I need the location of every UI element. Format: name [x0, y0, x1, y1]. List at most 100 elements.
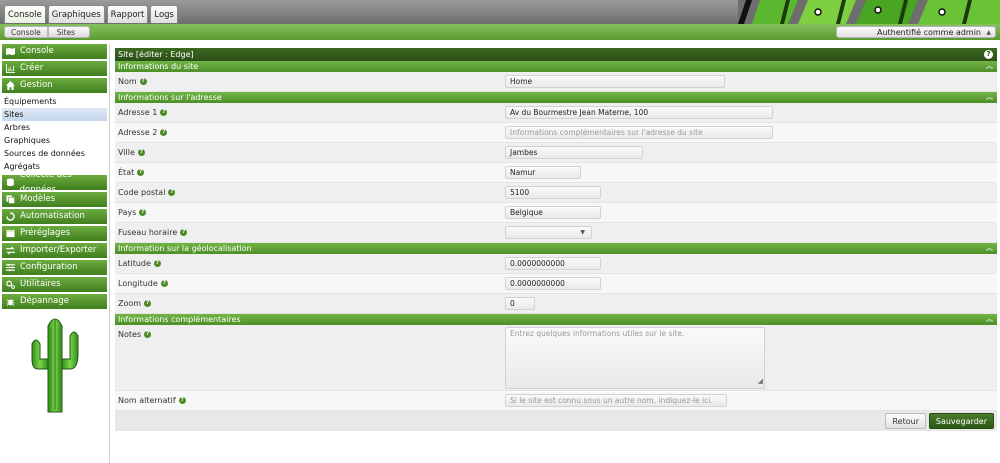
latitude-input[interactable]: 0.0000000000: [505, 257, 601, 270]
field-label: Adresse 1?: [118, 108, 168, 117]
label-text: Ville: [118, 148, 135, 157]
country-input[interactable]: Belgique: [505, 206, 601, 219]
label-text: Zoom: [118, 299, 142, 308]
field-label: Longitude?: [118, 279, 168, 288]
help-icon[interactable]: ?: [153, 260, 161, 267]
sidebar-item-presets[interactable]: Préréglages: [2, 226, 107, 241]
cogs-icon: [6, 280, 15, 289]
form-row-alt-name: Nom alternatif? Si le site est connu sou…: [115, 391, 997, 411]
sidebar-item-troubleshooting[interactable]: Dépannage: [2, 294, 107, 309]
help-icon[interactable]: ?: [139, 209, 147, 216]
form-row-zoom: Zoom? 0: [115, 294, 997, 314]
sidebar-item-management[interactable]: Gestion: [2, 78, 107, 93]
help-icon[interactable]: ?: [984, 50, 993, 59]
cactus-banner-graphic: [738, 0, 1000, 24]
page-title: Site [éditer : Edge]: [118, 50, 194, 59]
save-button[interactable]: Sauvegarder: [928, 413, 994, 429]
zoom-input[interactable]: 0: [505, 297, 535, 310]
back-button[interactable]: Retour: [885, 413, 926, 429]
city-input[interactable]: Jambes: [505, 146, 643, 159]
field-label: État?: [118, 168, 145, 177]
sidebar-item-data-sources[interactable]: Sources de données: [2, 147, 107, 160]
help-icon[interactable]: ?: [178, 397, 186, 404]
caret-up-icon: ▲: [986, 29, 991, 36]
management-submenu: Équipements Sites Arbres Graphiques Sour…: [2, 95, 107, 173]
help-icon[interactable]: ?: [160, 109, 168, 116]
label-text: Nom: [118, 77, 137, 86]
sidebar-item-label: Utilitaires: [20, 279, 61, 289]
sidebar-item-label: Importer/Exporter: [20, 245, 97, 255]
breadcrumb-bar: Console Sites Authentifié comme admin ▲: [0, 24, 1000, 40]
tab-graphs[interactable]: Graphiques: [47, 5, 105, 23]
sidebar-item-trees[interactable]: Arbres: [2, 121, 107, 134]
label-text: État: [118, 168, 135, 177]
section-title: Informations du site: [118, 62, 199, 71]
help-icon[interactable]: ?: [139, 78, 147, 85]
cactus-logo: [31, 318, 79, 413]
sidebar-item-sites[interactable]: Sites: [2, 108, 107, 121]
home-icon: [6, 81, 15, 90]
tab-logs[interactable]: Logs: [150, 5, 178, 23]
help-icon[interactable]: ?: [137, 149, 145, 156]
field-label: Adresse 2?: [118, 128, 168, 137]
resize-handle-icon[interactable]: ◢: [758, 375, 763, 387]
tab-console[interactable]: Console: [4, 5, 46, 23]
sidebar-item-console[interactable]: Console: [2, 44, 107, 59]
sidebar-item-label: Préréglages: [20, 228, 71, 238]
sidebar-item-import-export[interactable]: Importer/Exporter: [2, 243, 107, 258]
user-menu[interactable]: Authentifié comme admin ▲: [836, 26, 996, 38]
help-icon[interactable]: ?: [137, 169, 145, 176]
name-input[interactable]: Home: [505, 75, 725, 88]
address1-input[interactable]: Av du Bourmestre Jean Materne, 100: [505, 106, 773, 119]
section-title: Information sur la géolocalisation: [118, 244, 252, 253]
form-row-city: Ville? Jambes: [115, 143, 997, 163]
address2-input[interactable]: Informations complémentaires sur l'adres…: [505, 126, 773, 139]
longitude-input[interactable]: 0.0000000000: [505, 277, 601, 290]
form-row-timezone: Fuseau horaire? ▼: [115, 223, 997, 243]
copy-icon: [6, 195, 15, 204]
label-text: Code postal: [118, 188, 166, 197]
top-navigation-bar: Console Graphiques Rapport Logs: [0, 0, 1000, 24]
breadcrumb-console[interactable]: Console: [4, 26, 48, 38]
sidebar-item-devices[interactable]: Équipements: [2, 95, 107, 108]
help-icon[interactable]: ?: [180, 229, 188, 236]
alt-name-input[interactable]: Si le site est connu sous un autre nom, …: [505, 394, 727, 407]
form-row-address1: Adresse 1? Av du Bourmestre Jean Materne…: [115, 103, 997, 123]
breadcrumb-sites[interactable]: Sites: [47, 26, 91, 38]
help-icon[interactable]: ?: [144, 300, 152, 307]
main-tabs: Console Graphiques Rapport Logs: [4, 5, 178, 23]
site-edit-form: Site [éditer : Edge] ? Informations du s…: [115, 48, 997, 431]
sidebar-item-create[interactable]: Créer: [2, 61, 107, 76]
auth-label: Authentifié comme admin: [876, 28, 981, 37]
sidebar-item-graphs[interactable]: Graphiques: [2, 134, 107, 147]
field-label: Code postal?: [118, 188, 176, 197]
postal-code-input[interactable]: 5100: [505, 186, 601, 199]
state-input[interactable]: Namur: [505, 166, 581, 179]
notes-textarea[interactable]: Entrez quelques informations utiles sur …: [505, 327, 765, 389]
collapse-icon[interactable]: ︽: [986, 243, 993, 254]
field-label: Pays?: [118, 208, 147, 217]
sidebar-item-utilities[interactable]: Utilitaires: [2, 277, 107, 292]
help-icon[interactable]: ?: [160, 129, 168, 136]
timezone-select[interactable]: ▼: [505, 226, 592, 239]
tab-report[interactable]: Rapport: [106, 5, 149, 23]
sidebar-item-configuration[interactable]: Configuration: [2, 260, 107, 275]
form-row-longitude: Longitude? 0.0000000000: [115, 274, 997, 294]
help-icon[interactable]: ?: [160, 280, 168, 287]
collapse-icon[interactable]: ︽: [986, 61, 993, 72]
sidebar: Console Créer Gestion Équipements Sites …: [0, 44, 110, 463]
sidebar-item-label: Modèles: [20, 194, 56, 204]
label-text: Nom alternatif: [118, 396, 176, 405]
preset-icon: [6, 229, 15, 238]
sliders-icon: [6, 263, 15, 272]
label-text: Longitude: [118, 279, 158, 288]
dropdown-arrow-icon: ▼: [580, 229, 585, 236]
help-icon[interactable]: ?: [168, 189, 176, 196]
help-icon[interactable]: ?: [144, 331, 152, 338]
collapse-icon[interactable]: ︽: [986, 92, 993, 103]
sidebar-item-automation[interactable]: Automatisation: [2, 209, 107, 224]
sidebar-item-data-collection[interactable]: Collecte des données: [2, 170, 107, 195]
section-extra-info: Informations complémentaires ︽: [115, 314, 997, 325]
field-label: Nom?: [118, 77, 147, 86]
collapse-icon[interactable]: ︽: [986, 314, 993, 325]
